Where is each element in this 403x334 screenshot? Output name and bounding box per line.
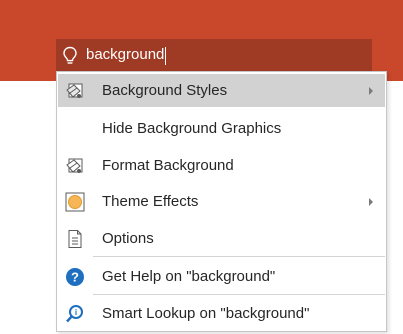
menu-item-label: Get Help on "background" — [102, 268, 276, 285]
svg-text:i: i — [75, 308, 77, 317]
menu-item-smart-lookup[interactable]: i Smart Lookup on "background" — [58, 297, 385, 330]
options-icon — [64, 228, 86, 250]
menu-item-label: Format Background — [102, 157, 234, 174]
svg-text:?: ? — [71, 269, 79, 284]
lightbulb-icon — [63, 46, 77, 64]
menu-item-theme-effects[interactable]: Theme Effects — [58, 185, 385, 218]
menu-item-background-styles[interactable]: Background Styles — [58, 74, 385, 107]
search-results-menu: Background Styles Hide Background Graphi… — [56, 71, 387, 332]
search-input[interactable]: background — [86, 46, 167, 65]
help-icon: ? — [64, 266, 86, 288]
menu-item-format-background[interactable]: Format Background — [58, 149, 385, 182]
submenu-arrow-icon — [369, 86, 373, 95]
menu-item-label: Background Styles — [102, 82, 228, 99]
menu-item-label: Options — [102, 230, 154, 247]
menu-separator — [93, 294, 385, 295]
menu-item-options[interactable]: Options — [58, 222, 385, 255]
menu-item-label: Smart Lookup on "background" — [102, 305, 310, 322]
tell-me-search-box[interactable]: background — [56, 39, 372, 72]
submenu-arrow-icon — [369, 197, 373, 206]
menu-item-get-help[interactable]: ? Get Help on "background" — [58, 260, 385, 293]
text-caret — [165, 46, 167, 65]
search-input-value: background — [86, 46, 165, 64]
menu-separator — [93, 256, 385, 257]
background-styles-icon — [64, 80, 86, 102]
format-background-icon — [64, 155, 86, 177]
theme-effects-icon — [64, 191, 86, 213]
menu-item-label: Theme Effects — [102, 193, 199, 210]
menu-item-hide-background-graphics[interactable]: Hide Background Graphics — [58, 112, 385, 145]
smart-lookup-icon: i — [64, 303, 86, 325]
menu-item-label: Hide Background Graphics — [102, 120, 282, 137]
